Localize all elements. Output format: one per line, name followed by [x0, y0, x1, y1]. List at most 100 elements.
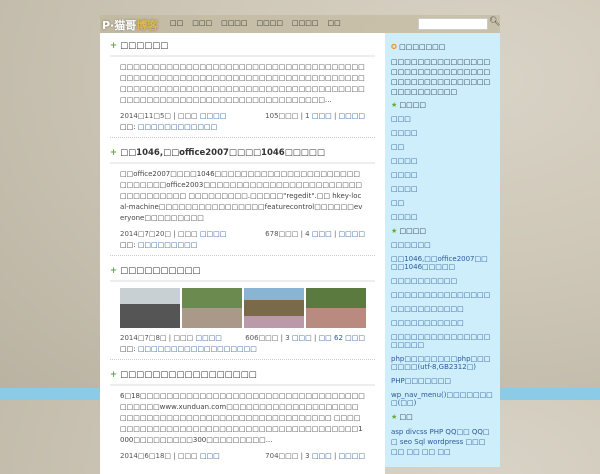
recent-post-link[interactable]: □□1046,□□office2007□□□□1046□□□□□ — [391, 255, 494, 271]
widget-title: □□□□ — [399, 101, 426, 109]
post-tags: □□: □□□□□□□□□□□□ — [110, 120, 375, 138]
comments-link[interactable]: □□□ — [312, 452, 332, 460]
post-meta: 2014□6□18□ | □□□ □□□ 704□□□ | 3 □□□ | □□□… — [120, 452, 365, 460]
post-excerpt: □□□□□□□□□□□□□□□□□□□□□□□□□□□□□□□□□□□□□□□□… — [120, 63, 365, 104]
widget-title: □□ — [399, 413, 413, 421]
tags-label: □□: — [120, 123, 138, 131]
category-link[interactable]: □□□□ — [391, 129, 494, 137]
tag-cloud-widget: ★ □□ asp divcss PHP QQ□□ QQ□□ seo Sql wo… — [391, 413, 494, 457]
main-nav: □□ □□□ □□□□ □□□□ □□□□ □□ — [170, 19, 410, 27]
categories-widget: ★ □□□□ □□□ □□□□ □□ □□□□ □□□□ □□□□ □□ □□□… — [391, 101, 494, 221]
photo-deer[interactable] — [306, 288, 366, 328]
post-list: + □□□□□□ □□□□□□□□□□□□□□□□□□□□□□□□□□□□□□□□… — [100, 33, 385, 474]
comments-link[interactable]: □□□ — [312, 112, 332, 120]
read-more-link[interactable]: □□□□ — [339, 230, 365, 238]
notice-text: □□□□□□□□□□□□□□□□□□□□□□□□□□□□□□□□□□□□□□□□… — [391, 58, 491, 96]
read-more-link[interactable]: □□□□ — [339, 452, 365, 460]
post-meta: 2014□11□5□ | □□□ □□□□ 105□□□ | 1 □□□ | □□… — [120, 112, 365, 120]
post-author[interactable]: □□□ — [200, 452, 220, 460]
post-date: 2014□6□18□ | □□□ — [120, 452, 200, 460]
post-title[interactable]: + □□□□□□□□□□□□□□□□□ — [110, 368, 375, 386]
read-more-link[interactable]: □□□□ — [339, 112, 365, 120]
post-date: 2014□11□5□ | □□□ — [120, 112, 200, 120]
post-tags: □□: □□□□□□□□□□□□□□□□□□ — [110, 342, 375, 360]
recent-post-link[interactable]: □□□□□□ — [391, 241, 494, 249]
header: P·猫哥博客 □□ □□□ □□□□ □□□□ □□□□ □□ 🔍︎ — [100, 15, 500, 33]
post-title-text: □□□□□□□□□□ — [120, 266, 201, 276]
photo-alpaca[interactable] — [182, 288, 242, 328]
sidebar: ✪ □□□□□□□ □□□□□□□□□□□□□□□□□□□□□□□□□□□□□□… — [385, 33, 500, 467]
category-link[interactable]: □□□ — [391, 115, 494, 123]
recent-post-link[interactable]: □□□□□□□□□□□□□□□□□□□□ — [391, 333, 494, 349]
nav-item[interactable]: □□□□ — [257, 19, 283, 27]
nav-item[interactable]: □□□ — [192, 19, 212, 27]
post-stats: 606□□□ | 3 — [245, 334, 292, 342]
tag-link[interactable]: □□□□□□□□□ — [138, 241, 198, 249]
tag-link[interactable]: □□□□□□□□□□□□□□□□□□ — [138, 345, 257, 353]
plus-icon: + — [110, 41, 118, 51]
photo-ferry[interactable] — [120, 288, 180, 328]
post-author[interactable]: □□□□ — [195, 334, 221, 342]
post-tags: □□: □□□□□□□□□ — [110, 238, 375, 256]
post: + □□□□□□ □□□□□□□□□□□□□□□□□□□□□□□□□□□□□□□□… — [110, 39, 375, 138]
star-icon: ★ — [391, 227, 398, 235]
post-stats: 105□□□ | 1 — [265, 112, 312, 120]
nav-item[interactable]: □□ — [327, 19, 340, 27]
read-more-link[interactable]: □□ 62 □□□ — [319, 334, 365, 342]
search-icon[interactable]: 🔍︎ — [489, 17, 500, 27]
post: + □□1046,□□office2007□□□□1046□□□□□ □□offi… — [110, 146, 375, 256]
category-link[interactable]: □□□□ — [391, 213, 494, 221]
post-excerpt: □□office2007□□□□1046□□□□□□□□□□□□□□□□□□□□… — [120, 170, 363, 222]
post-author[interactable]: □□□□ — [200, 230, 226, 238]
logo[interactable]: P·猫哥博客 — [102, 17, 158, 33]
post-title[interactable]: + □□1046,□□office2007□□□□1046□□□□□ — [110, 146, 375, 164]
category-link[interactable]: □□ — [391, 143, 494, 151]
star-icon: ★ — [391, 413, 398, 421]
post-meta: 2014□7□20□ | □□□ □□□□ 678□□□ | 4 □□□ | □□… — [120, 230, 365, 238]
category-link[interactable]: □□ — [391, 199, 494, 207]
logo-text: P·猫哥 — [102, 19, 137, 32]
post-title[interactable]: + □□□□□□□□□□ — [110, 264, 375, 282]
recent-post-link[interactable]: php□□□□□□□□php□□□□□□□(utf-8,GB2312□) — [391, 355, 494, 371]
recent-post-link[interactable]: PHP□□□□□□□ — [391, 377, 494, 385]
post-date: 2014□7□20□ | □□□ — [120, 230, 200, 238]
tag-link[interactable]: □□□□□□□□□□□□ — [138, 123, 217, 131]
plus-icon: + — [110, 148, 118, 158]
recent-posts-widget: ★ □□□□ □□□□□□ □□1046,□□office2007□□□□104… — [391, 227, 494, 407]
recent-post-link[interactable]: □□□□□□□□□□□ — [391, 305, 494, 313]
star-icon: ★ — [391, 101, 398, 109]
comments-link[interactable]: □□□ — [292, 334, 312, 342]
logo-accent: 博客 — [136, 19, 159, 32]
post-title-text: □□□□□□ — [120, 41, 169, 51]
widget-title: □□□□□□□ — [399, 43, 446, 51]
photo-gallery — [110, 282, 375, 328]
recent-post-link[interactable]: wp_nav_menu()□□□□□□□□(□□) — [391, 391, 494, 407]
category-link[interactable]: □□□□ — [391, 185, 494, 193]
widget-title: □□□□ — [399, 227, 426, 235]
post: + □□□□□□□□□□□□□□□□□ 6□18□□□□□□□□□□□□□□□□□… — [110, 368, 375, 460]
post-stats: 678□□□ | 4 — [265, 230, 312, 238]
post-date: 2014□7□8□ | □□□ — [120, 334, 196, 342]
category-link[interactable]: □□□□ — [391, 157, 494, 165]
comments-link[interactable]: □□□ — [312, 230, 332, 238]
post-title[interactable]: + □□□□□□ — [110, 39, 375, 57]
post-stats: 704□□□ | 3 — [265, 452, 312, 460]
plus-icon: + — [110, 266, 118, 276]
nav-item[interactable]: □□ — [170, 19, 183, 27]
tags-label: □□: — [120, 345, 138, 353]
photo-giraffes[interactable] — [244, 288, 304, 328]
badge-icon: ✪ — [391, 43, 397, 51]
post-meta: 2014□7□8□ | □□□ □□□□ 606□□□ | 3 □□□ | □□ … — [120, 334, 365, 342]
notice-widget: ✪ □□□□□□□ □□□□□□□□□□□□□□□□□□□□□□□□□□□□□□… — [391, 43, 494, 97]
post-author[interactable]: □□□□ — [200, 112, 226, 120]
nav-item[interactable]: □□□□ — [292, 19, 318, 27]
recent-post-link[interactable]: □□□□□□□□□□ — [391, 277, 494, 285]
nav-item[interactable]: □□□□ — [221, 19, 247, 27]
recent-post-link[interactable]: □□□□□□□□□□□□□□□ — [391, 291, 494, 299]
tag-cloud[interactable]: asp divcss PHP QQ□□ QQ□□ seo Sql wordpre… — [391, 427, 494, 457]
recent-post-link[interactable]: □□□□□□□□□□□ — [391, 319, 494, 327]
search-input[interactable] — [418, 18, 488, 30]
post: + □□□□□□□□□□ 2014□7□8□ | □□□ □□□□ 606□□□ |… — [110, 264, 375, 360]
plus-icon: + — [110, 370, 118, 380]
category-link[interactable]: □□□□ — [391, 171, 494, 179]
